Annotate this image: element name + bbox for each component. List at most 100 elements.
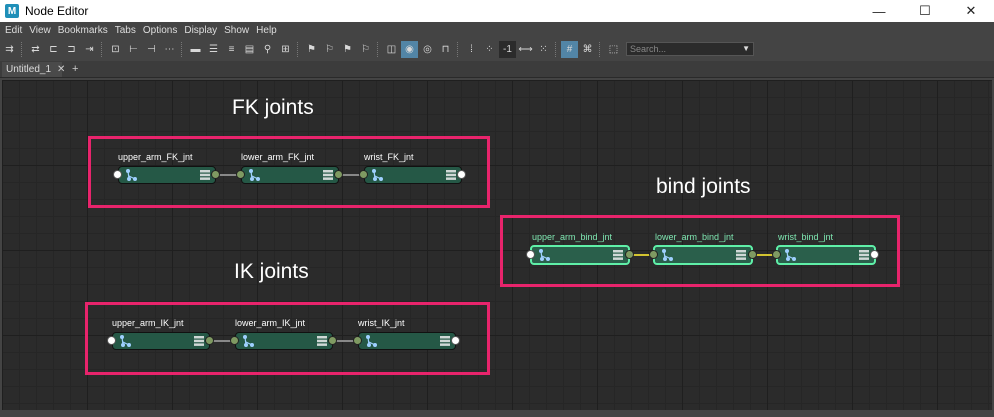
output-port[interactable] xyxy=(334,170,343,179)
toolbar: ⇉ ⇄ ⊏ ⊐ ⇥ ⊡ ⊢ ⊣ ⋯ ▬ ☰ ≡ ▤ ⚲ ⊞ ⚑ ⚐ ⚑ ⚐ ◫ … xyxy=(0,39,994,59)
frame-all-icon[interactable]: ⊡ xyxy=(107,41,124,58)
menu-view[interactable]: View xyxy=(29,25,51,36)
tab-untitled-1[interactable]: Untitled_1 ✕ xyxy=(2,62,65,77)
output-port[interactable] xyxy=(451,336,460,345)
connected-mode-icon[interactable]: ☰ xyxy=(205,41,222,58)
align-left-icon[interactable]: ⊢ xyxy=(125,41,142,58)
menu-edit[interactable]: Edit xyxy=(5,25,22,36)
joint-icon xyxy=(372,169,383,181)
menu-options[interactable]: Options xyxy=(143,25,177,36)
toolbar-separator xyxy=(21,41,26,57)
output-port[interactable] xyxy=(625,250,634,259)
joint-node-upper-arm-bind[interactable] xyxy=(530,245,630,265)
input-output-connections-icon[interactable]: ⇄ xyxy=(27,41,44,58)
bookmark-next-icon[interactable]: ⚐ xyxy=(321,41,338,58)
close-button[interactable]: ✕ xyxy=(948,0,994,22)
ik-joints-label: IK joints xyxy=(234,260,309,283)
joint-node-wrist-bind[interactable] xyxy=(776,245,876,265)
output-connections-icon[interactable]: ⊐ xyxy=(63,41,80,58)
output-port[interactable] xyxy=(748,250,757,259)
node-label-upper-arm-bind: upper_arm_bind_jnt xyxy=(532,232,613,242)
transform-display-icon[interactable]: ◎ xyxy=(419,41,436,58)
joint-node-upper-arm-ik[interactable] xyxy=(112,332,210,350)
minimize-button[interactable]: — xyxy=(856,0,902,22)
add-tab-button[interactable]: + xyxy=(72,63,78,75)
attribute-list-icon[interactable] xyxy=(736,250,746,260)
custom-mode-icon[interactable]: ▤ xyxy=(241,41,258,58)
distribute-icon[interactable]: ⋯ xyxy=(161,41,178,58)
input-port[interactable] xyxy=(772,250,781,259)
toolbar-separator xyxy=(457,41,462,57)
output-port[interactable] xyxy=(457,170,466,179)
attribute-list-icon[interactable] xyxy=(440,336,450,346)
joint-node-upper-arm-fk[interactable] xyxy=(118,166,216,184)
attribute-list-icon[interactable] xyxy=(194,336,204,346)
toolbar-separator xyxy=(555,41,560,57)
attribute-list-icon[interactable] xyxy=(323,170,333,180)
chevron-down-icon[interactable]: ▼ xyxy=(742,44,750,53)
node-label-lower-arm-bind: lower_arm_bind_jnt xyxy=(655,232,734,242)
menu-show[interactable]: Show xyxy=(224,25,249,36)
attribute-list-icon[interactable] xyxy=(446,170,456,180)
joint-node-wrist-ik[interactable] xyxy=(358,332,456,350)
clear-graph-icon[interactable]: ⇥ xyxy=(81,41,98,58)
bookmark-icon[interactable]: ⚑ xyxy=(303,41,320,58)
joint-icon xyxy=(539,249,550,261)
attribute-list-icon[interactable] xyxy=(859,250,869,260)
input-port[interactable] xyxy=(107,336,116,345)
shape-display-icon[interactable]: ◉ xyxy=(401,40,418,58)
collapse-graph-icon[interactable]: ⁙ xyxy=(535,41,552,58)
output-port[interactable] xyxy=(205,336,214,345)
search-attribute-icon[interactable]: ⚲ xyxy=(259,41,276,58)
menu-bar: Edit View Bookmarks Tabs Options Display… xyxy=(0,22,994,39)
graph-traversal-down-icon[interactable]: ⁞ xyxy=(463,41,480,58)
graph-traversal-up-icon[interactable]: ⁘ xyxy=(481,41,498,58)
node-label-upper-arm-fk: upper_arm_FK_jnt xyxy=(118,152,193,162)
simple-mode-icon[interactable]: ▬ xyxy=(187,41,204,58)
bookmark-previous-icon[interactable]: ⚑ xyxy=(339,41,356,58)
close-icon[interactable]: ✕ xyxy=(57,64,65,75)
menu-display[interactable]: Display xyxy=(184,25,217,36)
graph-selected-icon[interactable]: ⇉ xyxy=(1,41,18,58)
joint-icon xyxy=(243,335,254,347)
input-port[interactable] xyxy=(113,170,122,179)
menu-tabs[interactable]: Tabs xyxy=(115,25,136,36)
maximize-button[interactable]: ☐ xyxy=(902,0,948,22)
output-port[interactable] xyxy=(870,250,879,259)
search-placeholder: Search... xyxy=(630,44,667,54)
lock-icon[interactable]: ⊓ xyxy=(437,41,454,58)
full-mode-icon[interactable]: ≡ xyxy=(223,41,240,58)
joint-icon xyxy=(662,249,673,261)
menu-bookmarks[interactable]: Bookmarks xyxy=(58,25,108,36)
joint-node-lower-arm-ik[interactable] xyxy=(235,332,333,350)
attribute-list-icon[interactable] xyxy=(317,336,327,346)
joint-node-wrist-fk[interactable] xyxy=(364,166,462,184)
input-port[interactable] xyxy=(230,336,239,345)
bookmark-list-icon[interactable]: ⚐ xyxy=(357,41,374,58)
node-label-upper-arm-ik: upper_arm_IK_jnt xyxy=(112,318,184,328)
expand-graph-icon[interactable]: ⟷ xyxy=(517,41,534,58)
input-connections-icon[interactable]: ⊏ xyxy=(45,41,62,58)
toggle-swatches-icon[interactable]: ◫ xyxy=(383,41,400,58)
attribute-list-icon[interactable] xyxy=(200,170,210,180)
traversal-depth-field[interactable]: -1 xyxy=(499,40,516,58)
menu-help[interactable]: Help xyxy=(256,25,277,36)
joint-node-lower-arm-bind[interactable] xyxy=(653,245,753,265)
output-port[interactable] xyxy=(211,170,220,179)
input-port[interactable] xyxy=(526,250,535,259)
grid-toggle-icon[interactable]: # xyxy=(561,40,578,58)
search-input[interactable]: Search... ▼ xyxy=(626,42,754,56)
snap-to-grid-icon[interactable]: ⌘ xyxy=(579,41,596,58)
filter-icon[interactable]: ⬚ xyxy=(605,41,622,58)
input-port[interactable] xyxy=(359,170,368,179)
node-graph-canvas[interactable]: FK joints upper_arm_FK_jnt lower_arm_FK_… xyxy=(2,80,992,410)
input-port[interactable] xyxy=(649,250,658,259)
input-port[interactable] xyxy=(353,336,362,345)
align-right-icon[interactable]: ⊣ xyxy=(143,41,160,58)
input-port[interactable] xyxy=(236,170,245,179)
add-selected-icon[interactable]: ⊞ xyxy=(277,41,294,58)
window-title: Node Editor xyxy=(25,4,89,18)
output-port[interactable] xyxy=(328,336,337,345)
attribute-list-icon[interactable] xyxy=(613,250,623,260)
joint-node-lower-arm-fk[interactable] xyxy=(241,166,339,184)
